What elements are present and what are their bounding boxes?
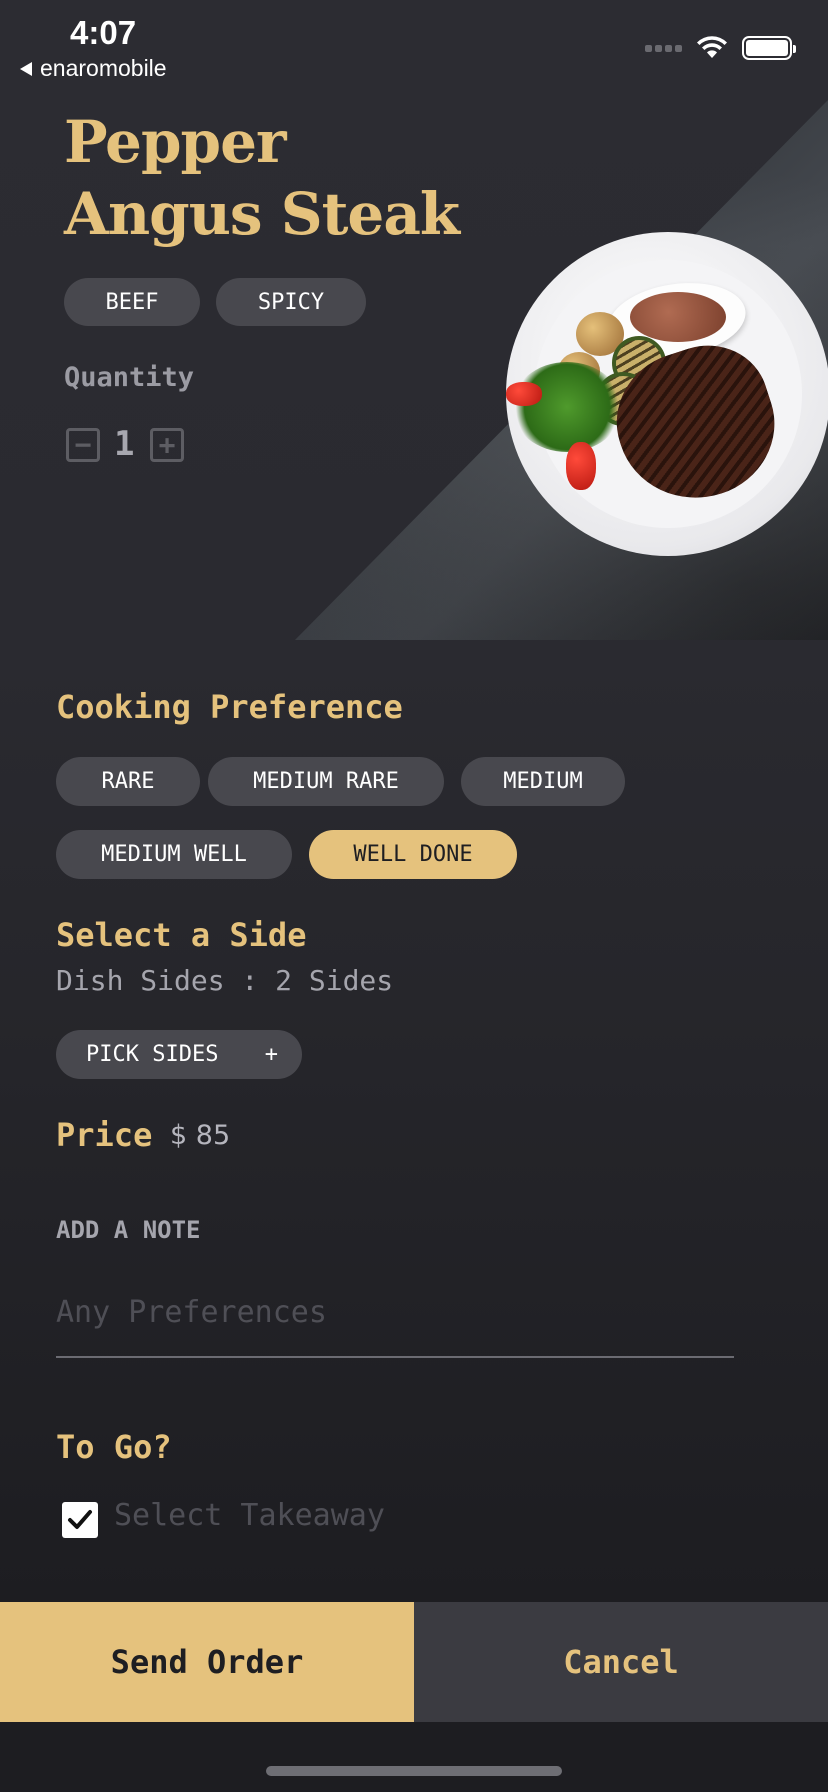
- dish-title: Pepper Angus Steak: [64, 106, 460, 250]
- cellular-signal-icon: [645, 44, 682, 52]
- quantity-increment-button[interactable]: +: [150, 428, 184, 462]
- back-to-app-link[interactable]: enaromobile: [20, 55, 167, 82]
- cooking-option-rare[interactable]: RARE: [56, 757, 200, 806]
- cooking-option-medium-rare[interactable]: MEDIUM RARE: [208, 757, 444, 806]
- battery-icon: [742, 36, 796, 60]
- to-go-title: To Go?: [56, 1428, 172, 1466]
- checkmark-icon: [68, 1510, 92, 1529]
- back-arrow-icon: [20, 61, 32, 76]
- cancel-button[interactable]: Cancel: [414, 1602, 828, 1722]
- tag-spicy: SPICY: [216, 278, 366, 326]
- wifi-icon: [697, 36, 727, 58]
- quantity-value: 1: [114, 424, 135, 464]
- herbs: [512, 362, 622, 452]
- home-indicator[interactable]: [266, 1766, 562, 1776]
- tag-beef: BEEF: [64, 278, 200, 326]
- cooking-option-medium-well[interactable]: MEDIUM WELL: [56, 830, 292, 879]
- cooking-option-medium[interactable]: MEDIUM: [461, 757, 625, 806]
- send-order-button[interactable]: Send Order: [0, 1602, 414, 1722]
- dish-image: [506, 232, 828, 556]
- quantity-decrement-button[interactable]: −: [66, 428, 100, 462]
- dish-title-line2: Angus Steak: [64, 180, 460, 248]
- note-input[interactable]: [56, 1268, 734, 1358]
- quantity-label: Quantity: [64, 362, 195, 393]
- pick-sides-button[interactable]: PICK SIDES +: [56, 1030, 302, 1079]
- price-label: Price: [56, 1116, 153, 1154]
- select-side-title: Select a Side: [56, 916, 307, 954]
- status-icons: [645, 36, 796, 60]
- dish-title-line1: Pepper: [64, 108, 287, 176]
- app-screen: 4:07 enaromobile Pepper Angus Steak BEEF…: [0, 0, 828, 1792]
- takeaway-label: Select Takeaway: [114, 1498, 385, 1533]
- takeaway-checkbox[interactable]: [62, 1502, 98, 1538]
- plus-icon: +: [158, 428, 176, 461]
- minus-icon: −: [74, 428, 92, 461]
- red-pepper: [566, 442, 596, 490]
- red-pepper: [506, 382, 542, 406]
- plus-icon: +: [264, 1042, 278, 1067]
- price-value: $ 85: [170, 1120, 231, 1151]
- back-app-label: enaromobile: [40, 55, 167, 81]
- sauce: [630, 292, 726, 342]
- dish-sides-count: Dish Sides : 2 Sides: [56, 964, 394, 997]
- pick-sides-label: PICK SIDES: [86, 1042, 219, 1067]
- status-time: 4:07: [70, 14, 137, 51]
- cooking-preference-title: Cooking Preference: [56, 688, 403, 726]
- cooking-option-well-done[interactable]: WELL DONE: [309, 830, 517, 879]
- add-note-label: ADD A NOTE: [56, 1216, 201, 1244]
